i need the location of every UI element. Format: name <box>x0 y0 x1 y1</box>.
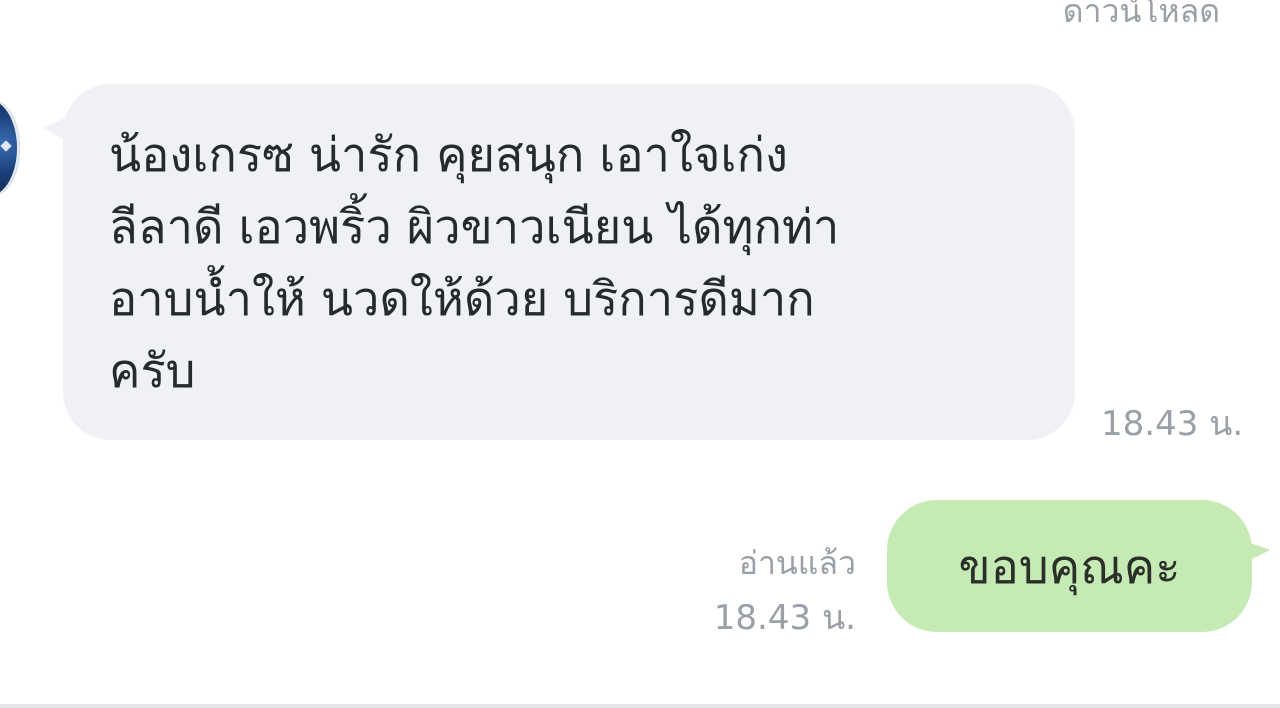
outgoing-message-bubble[interactable]: ขอบคุณคะ <box>887 500 1252 632</box>
outgoing-message-text: ขอบคุณคะ <box>958 539 1181 595</box>
incoming-message-line: ลีลาดี เอวพริ้ว ผิวขาวเนียน ได้ทุกท่า <box>109 200 840 255</box>
incoming-message-line: น้องเกรซ น่ารัก คุยสนุก เอาใจเก่ง <box>109 128 788 183</box>
bottom-divider <box>0 704 1280 708</box>
incoming-message-bubble[interactable]: น้องเกรซ น่ารัก คุยสนุก เอาใจเก่ง ลีลาดี… <box>63 84 1075 440</box>
incoming-message-line: ครับ <box>109 344 196 399</box>
incoming-message-line: อาบน้ำให้ นวดให้ด้วย บริการดีมาก <box>109 272 815 327</box>
read-receipt: อ่านแล้ว <box>738 544 856 582</box>
chat-window: ดาวน์โหลด น้องเกรซ น่ารัก คุยสนุก เอาใจเ… <box>0 0 1280 708</box>
download-label[interactable]: ดาวน์โหลด <box>1063 0 1220 37</box>
sender-avatar[interactable] <box>0 100 20 196</box>
incoming-message-time: 18.43 น. <box>1101 404 1244 444</box>
outgoing-message-time: 18.43 น. <box>713 598 856 638</box>
